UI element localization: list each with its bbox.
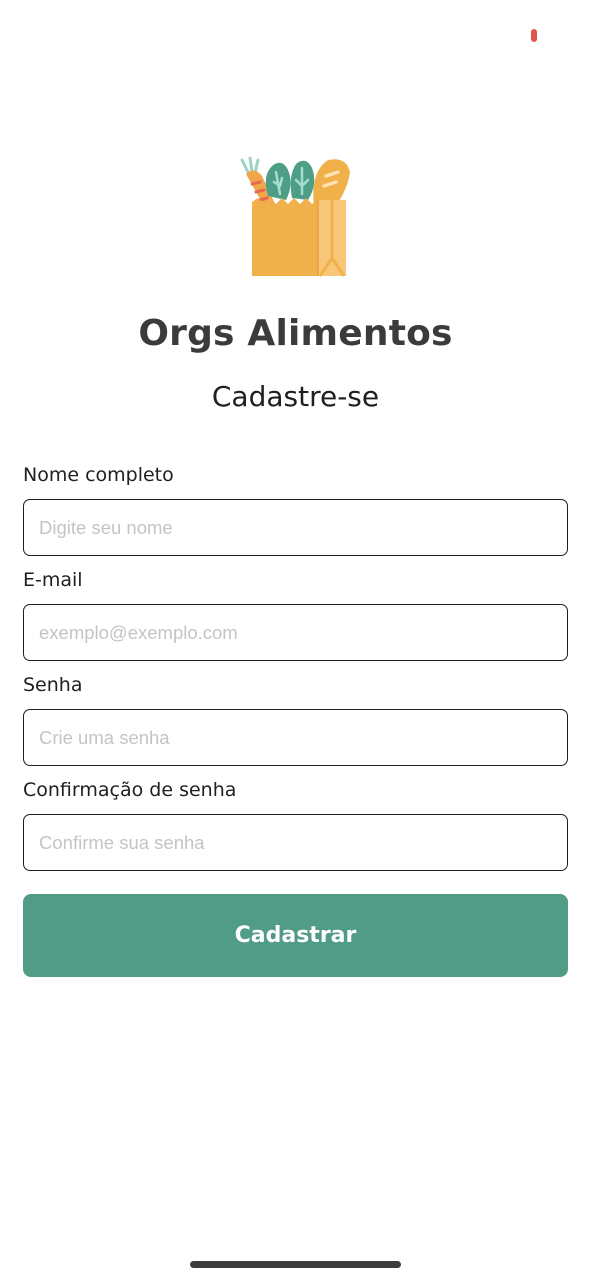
bread-icon: [313, 159, 350, 206]
name-input[interactable]: [23, 499, 568, 556]
confirm-password-input[interactable]: [23, 814, 568, 871]
password-input[interactable]: [23, 709, 568, 766]
paper-bag-icon: [252, 198, 346, 277]
page-subtitle: Cadastre-se: [211, 380, 380, 413]
home-indicator[interactable]: [190, 1261, 401, 1268]
email-label: E-mail: [23, 569, 83, 591]
register-button[interactable]: Cadastrar: [23, 894, 568, 977]
lettuce-icon: [265, 160, 315, 200]
confirm-password-label: Confirmação de senha: [23, 779, 237, 801]
name-label: Nome completo: [23, 464, 174, 486]
grocery-bag-icon: [240, 156, 350, 277]
app-title: Orgs Alimentos: [138, 313, 453, 354]
status-indicator: [531, 29, 537, 42]
signup-screen: Orgs Alimentos Cadastre-se Nome completo…: [0, 0, 591, 1280]
email-input[interactable]: [23, 604, 568, 661]
password-label: Senha: [23, 674, 83, 696]
